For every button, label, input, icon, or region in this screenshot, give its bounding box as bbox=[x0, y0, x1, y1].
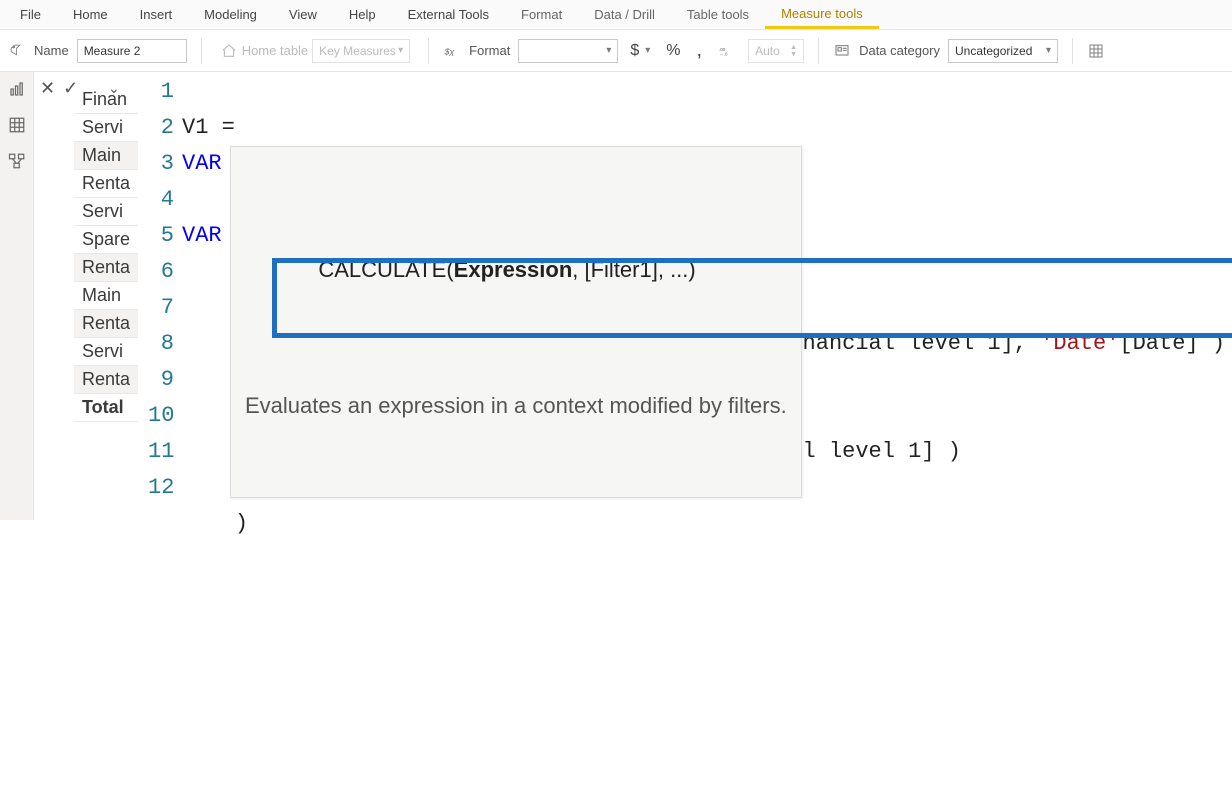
gutter-line: 1 bbox=[148, 74, 174, 110]
grid-icon[interactable] bbox=[1087, 42, 1105, 60]
data-view-icon[interactable] bbox=[6, 114, 28, 136]
table-row[interactable]: Servi bbox=[74, 338, 138, 366]
chevron-down-icon: ▾ bbox=[1046, 45, 1051, 56]
data-category-value: Uncategorized bbox=[955, 44, 1032, 58]
menu-format[interactable]: Format bbox=[505, 0, 578, 29]
report-view-icon[interactable] bbox=[6, 78, 28, 100]
table-row[interactable]: Total bbox=[74, 394, 138, 422]
stepper-down-icon[interactable]: ▼ bbox=[790, 51, 797, 58]
table-row[interactable]: Main bbox=[74, 282, 138, 310]
table-row[interactable]: Finan bbox=[74, 86, 138, 114]
table-row[interactable]: Spare bbox=[74, 226, 138, 254]
format-label: Format bbox=[469, 43, 510, 58]
home-table-label: Home table bbox=[242, 43, 308, 58]
menu-insert[interactable]: Insert bbox=[124, 0, 189, 29]
name-label: Name bbox=[34, 43, 69, 58]
code-line-3 bbox=[182, 187, 195, 212]
menu-file[interactable]: File bbox=[4, 0, 57, 29]
table-row[interactable]: Servi bbox=[74, 198, 138, 226]
stepper-up-icon[interactable]: ▲ bbox=[790, 44, 797, 51]
background-table: FinanServiMainRentaServiSpareRentaMainRe… bbox=[74, 86, 138, 422]
menu-view[interactable]: View bbox=[273, 0, 333, 29]
intellisense-tooltip: CALCULATE(Expression, [Filter1], ...) Ev… bbox=[230, 146, 802, 498]
menu-bar: File Home Insert Modeling View Help Exte… bbox=[0, 0, 1232, 30]
thousands-button[interactable]: , bbox=[693, 37, 707, 64]
gutter-line: 5 bbox=[148, 218, 174, 254]
menu-modeling[interactable]: Modeling bbox=[188, 0, 273, 29]
home-table-button: Home table Key Measures ▾ bbox=[216, 37, 414, 65]
svg-text:$χ: $χ bbox=[444, 46, 454, 56]
model-view-icon[interactable] bbox=[6, 150, 28, 172]
table-row[interactable]: Renta bbox=[74, 170, 138, 198]
code-line-11 bbox=[182, 475, 195, 500]
measure-name-input[interactable] bbox=[77, 39, 187, 63]
data-category-icon bbox=[833, 42, 851, 60]
svg-text:→.0: →.0 bbox=[719, 51, 728, 56]
chevron-down-icon: ▾ bbox=[398, 45, 403, 56]
percent-symbol: % bbox=[666, 42, 680, 60]
format-combo[interactable]: ▾ bbox=[518, 39, 618, 63]
menu-data-drill[interactable]: Data / Drill bbox=[578, 0, 671, 29]
gutter-line: 12 bbox=[148, 470, 174, 506]
code-line-1: V1 = bbox=[182, 115, 235, 140]
gutter-line: 10 bbox=[148, 398, 174, 434]
code-line-4: VAR bbox=[182, 223, 222, 248]
table-row[interactable]: Renta bbox=[74, 254, 138, 282]
decimal-shift-icon: .00→.0 bbox=[718, 42, 736, 60]
currency-symbol: $ bbox=[630, 42, 639, 60]
chevron-down-icon: ▾ bbox=[645, 45, 650, 56]
view-switcher bbox=[0, 72, 34, 520]
code-line-12: ) bbox=[182, 511, 248, 536]
decimals-stepper[interactable]: Auto ▲ ▼ bbox=[748, 39, 804, 63]
ribbon: Name Home table Key Measures ▾ $χ Format… bbox=[0, 30, 1232, 72]
table-row[interactable]: Renta bbox=[74, 366, 138, 394]
formula-area: ✕ ✓ ⌄ FinanServiMainRentaServiSpareRenta… bbox=[34, 72, 1232, 520]
cancel-formula-button[interactable]: ✕ bbox=[40, 78, 55, 99]
code-line-8 bbox=[182, 367, 195, 392]
menu-external-tools[interactable]: External Tools bbox=[392, 0, 505, 29]
menu-help[interactable]: Help bbox=[333, 0, 392, 29]
home-table-value: Key Measures bbox=[319, 44, 396, 58]
percent-button[interactable]: % bbox=[662, 40, 684, 62]
table-row[interactable]: Servi bbox=[74, 114, 138, 142]
workspace: ✕ ✓ ⌄ FinanServiMainRentaServiSpareRenta… bbox=[0, 72, 1232, 520]
editor-code[interactable]: V1 = VAR FinancialLevelInFilterContext =… bbox=[182, 74, 1228, 518]
menu-table-tools[interactable]: Table tools bbox=[671, 0, 765, 29]
gutter-line: 3 bbox=[148, 146, 174, 182]
tag-icon bbox=[8, 42, 26, 60]
table-row[interactable]: Renta bbox=[74, 310, 138, 338]
gutter-line: 7 bbox=[148, 290, 174, 326]
chevron-down-icon: ▾ bbox=[606, 45, 611, 56]
menu-home[interactable]: Home bbox=[57, 0, 124, 29]
decimal-shift-button[interactable]: .00→.0 bbox=[714, 40, 740, 62]
dax-editor[interactable]: 123456789101112 V1 = VAR FinancialLevelI… bbox=[148, 74, 1228, 518]
gutter-line: 4 bbox=[148, 182, 174, 218]
editor-gutter: 123456789101112 bbox=[148, 74, 182, 518]
gutter-line: 2 bbox=[148, 110, 174, 146]
thousands-symbol: , bbox=[697, 39, 703, 62]
gutter-line: 6 bbox=[148, 254, 174, 290]
gutter-line: 11 bbox=[148, 434, 174, 470]
gutter-line: 9 bbox=[148, 362, 174, 398]
data-category-label: Data category bbox=[859, 43, 940, 58]
formula-command-bar: ✕ ✓ ⌄ bbox=[40, 78, 78, 99]
menu-measure-tools[interactable]: Measure tools bbox=[765, 0, 879, 29]
gutter-line: 8 bbox=[148, 326, 174, 362]
intellisense-description: Evaluates an expression in a context mod… bbox=[245, 389, 787, 423]
home-icon bbox=[220, 42, 238, 60]
table-row[interactable]: Main bbox=[74, 142, 138, 170]
decimals-value: Auto bbox=[755, 44, 780, 58]
currency-button[interactable]: $ ▾ bbox=[626, 40, 654, 62]
fx-icon: $χ bbox=[443, 42, 461, 60]
intellisense-signature: CALCULATE(Expression, [Filter1], ...) bbox=[245, 219, 787, 321]
data-category-combo[interactable]: Uncategorized ▾ bbox=[948, 39, 1058, 63]
